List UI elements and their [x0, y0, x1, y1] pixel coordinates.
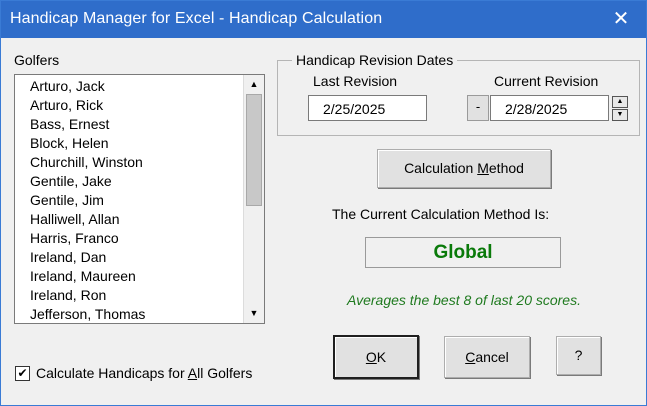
help-button[interactable]: ?: [556, 336, 601, 375]
golfers-listbox[interactable]: Arturo, Jack Arturo, Rick Bass, Ernest B…: [14, 74, 265, 324]
decrement-date-button[interactable]: -: [467, 95, 489, 121]
cancel-button[interactable]: Cancel: [444, 336, 530, 378]
list-item[interactable]: Harris, Franco: [30, 229, 119, 248]
list-item[interactable]: Gentile, Jake: [30, 172, 112, 191]
ok-hotkey: O: [365, 349, 377, 365]
calculation-method-button[interactable]: Calculation Method: [377, 149, 551, 188]
cancel-hotkey: C: [465, 349, 476, 365]
current-revision-label: Current Revision: [494, 73, 599, 89]
window-title: Handicap Manager for Excel - Handicap Ca…: [10, 10, 383, 27]
list-scrollbar[interactable]: ▲ ▼: [243, 75, 264, 323]
scroll-up-icon[interactable]: ▲: [245, 76, 263, 93]
method-description: Averages the best 8 of last 20 scores.: [347, 292, 581, 308]
list-item[interactable]: Churchill, Winston: [30, 153, 143, 172]
last-revision-field[interactable]: 2/25/2025: [308, 95, 427, 121]
calc-button-hotkey: M: [477, 160, 489, 176]
calc-button-suffix: ethod: [488, 160, 524, 176]
list-item[interactable]: Block, Helen: [30, 134, 109, 153]
list-item[interactable]: Ireland, Ron: [30, 286, 106, 305]
list-item[interactable]: Arturo, Rick: [30, 96, 103, 115]
close-icon[interactable]: ✕: [596, 1, 646, 38]
list-item[interactable]: Arturo, Jack: [30, 77, 105, 96]
list-item[interactable]: Halliwell, Allan: [30, 210, 119, 229]
spin-up-icon[interactable]: ▲: [612, 96, 628, 108]
scroll-thumb[interactable]: [246, 94, 262, 206]
list-item[interactable]: Ireland, Dan: [30, 248, 106, 267]
scroll-down-icon[interactable]: ▼: [245, 305, 263, 322]
checkbox-label-hotkey: A: [187, 365, 198, 381]
last-revision-label: Last Revision: [313, 73, 398, 89]
list-item[interactable]: Jefferson, Thomas: [30, 305, 145, 323]
current-revision-field[interactable]: 2/28/2025: [490, 95, 609, 121]
cancel-rest: ancel: [475, 349, 509, 365]
current-method-value: Global: [365, 237, 561, 268]
checkbox-label-prefix: Calculate Handicaps for: [36, 365, 188, 381]
all-golfers-checkbox[interactable]: ✔: [15, 366, 30, 381]
ok-button[interactable]: OK: [333, 335, 419, 379]
ok-rest: K: [376, 349, 387, 365]
golfers-list: Arturo, Jack Arturo, Rick Bass, Ernest B…: [15, 75, 243, 323]
list-item[interactable]: Bass, Ernest: [30, 115, 109, 134]
dialog-window: Handicap Manager for Excel - Handicap Ca…: [0, 0, 647, 406]
revision-group-title: Handicap Revision Dates: [292, 52, 458, 68]
list-item[interactable]: Ireland, Maureen: [30, 267, 136, 286]
current-method-label: The Current Calculation Method Is:: [332, 206, 550, 222]
calc-button-prefix: Calculation: [404, 160, 478, 176]
golfers-label: Golfers: [14, 52, 60, 68]
list-item[interactable]: Gentile, Jim: [30, 191, 104, 210]
title-bar: Handicap Manager for Excel - Handicap Ca…: [1, 1, 646, 38]
checkbox-label-suffix: ll Golfers: [197, 365, 253, 381]
spin-down-icon[interactable]: ▼: [612, 109, 628, 121]
all-golfers-checkbox-label[interactable]: Calculate Handicaps for All Golfers: [36, 365, 252, 381]
